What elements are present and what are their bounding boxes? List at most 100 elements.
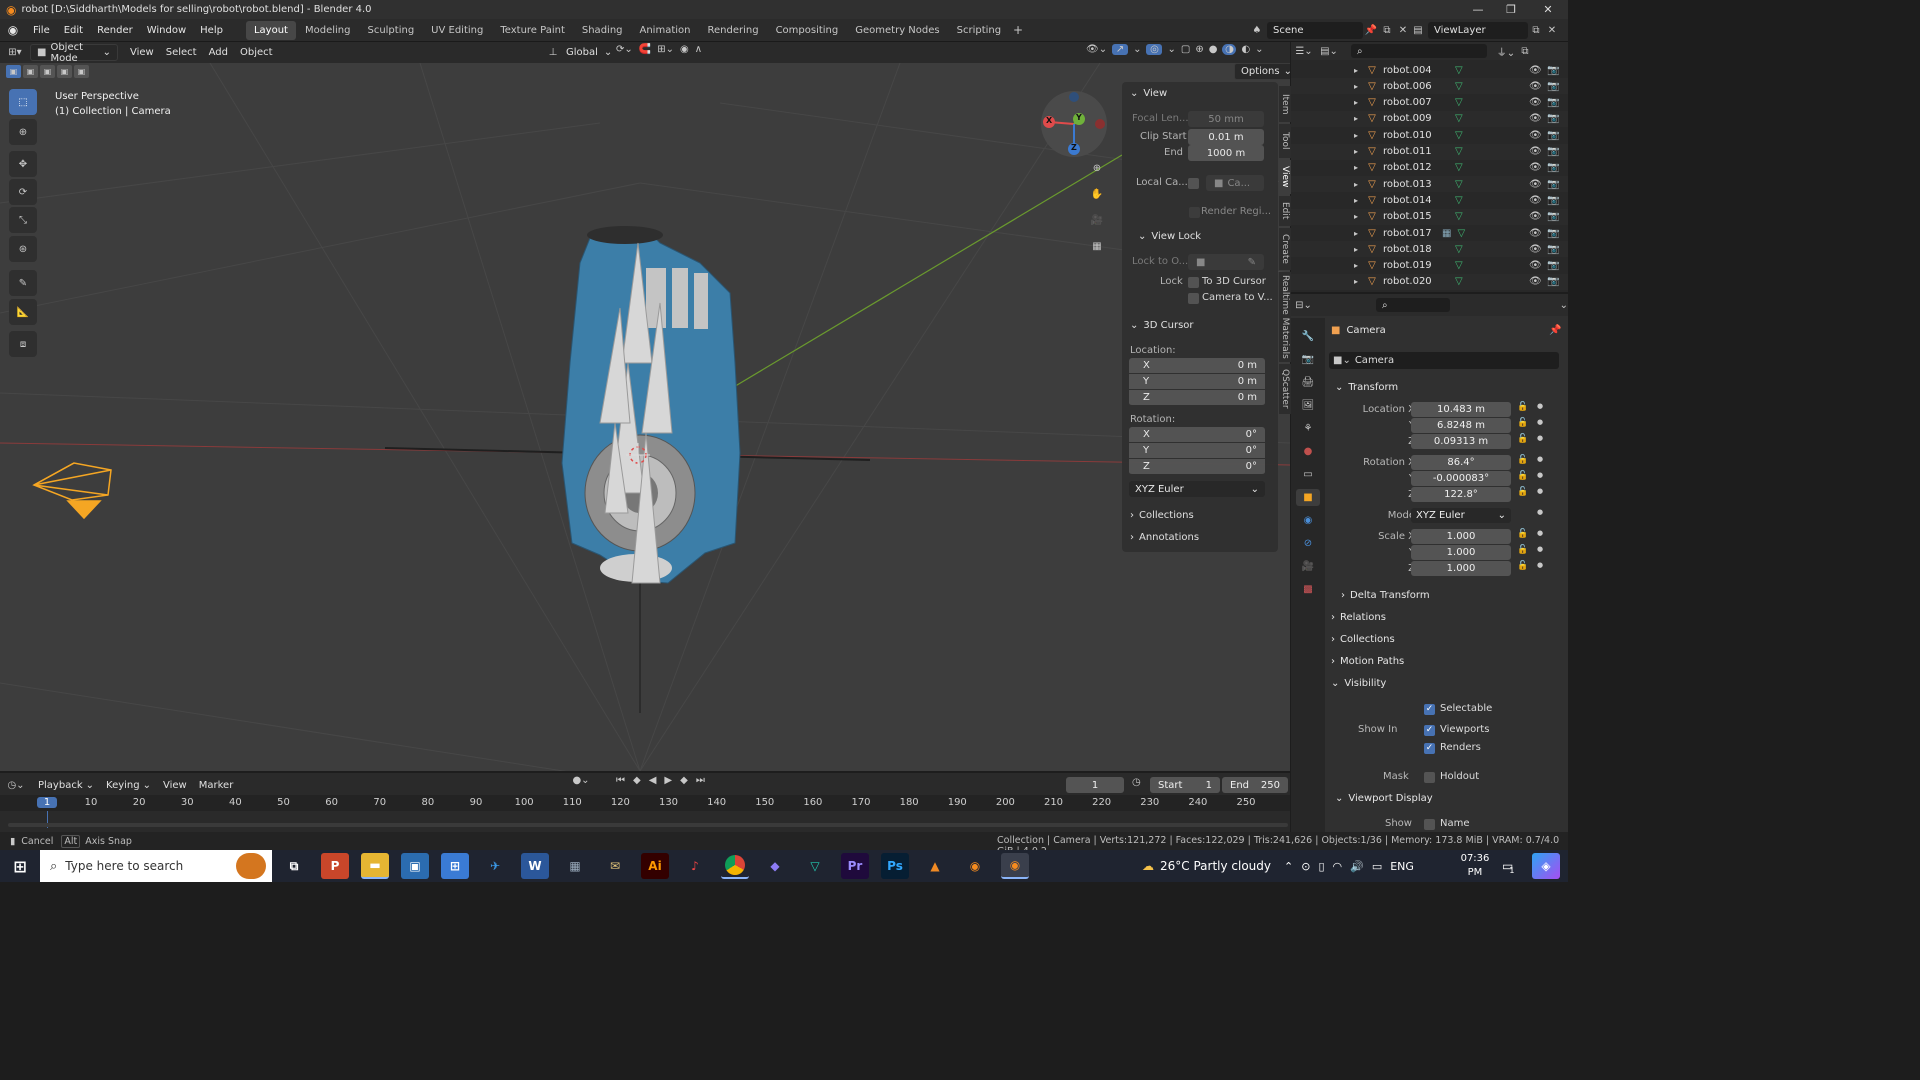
3d-viewport[interactable]: User Perspective (1) Collection | Camera…	[0, 63, 1290, 771]
transform-scale_z-field[interactable]: 1.000	[1411, 561, 1511, 576]
file-explorer-icon[interactable]: ▬	[361, 853, 389, 879]
copilot-icon[interactable]: ◈	[1532, 853, 1560, 879]
transform-loc_x-field[interactable]: 10.483 m	[1411, 402, 1511, 417]
expand-arrow-icon[interactable]: ▸	[1351, 147, 1361, 156]
transform-scale_y-field[interactable]: 1.000	[1411, 545, 1511, 560]
viewlayer-selector[interactable]: ▤ ViewLayer ⧉ ✕	[1408, 22, 1560, 39]
outliner-item[interactable]: ▸ ▽ robot.020 ▽ 👁 📷	[1291, 273, 1568, 290]
task-view-icon[interactable]: ⧉	[280, 853, 308, 879]
select-new-icon[interactable]: ▣	[6, 65, 21, 78]
keyframe-dot-icon[interactable]: ●	[1537, 561, 1543, 569]
clock[interactable]: 07:36 PM 07-03-2024	[1452, 852, 1498, 882]
usb-tray-icon[interactable]: ▯	[1318, 860, 1324, 873]
outliner-item[interactable]: ▸ ▽ robot.017 ▦ ▽ 👁 📷	[1291, 225, 1568, 241]
camera-render-icon[interactable]: 📷	[1547, 276, 1559, 287]
end-frame-field[interactable]: End 250	[1222, 777, 1288, 793]
keyframe-dot-icon[interactable]: ●	[1537, 508, 1543, 516]
solid-shading-icon[interactable]: ●	[1209, 44, 1218, 55]
blender-menu-icon[interactable]: ◉	[0, 23, 26, 37]
camera-render-icon[interactable]: 📷	[1547, 130, 1559, 141]
cursor-rot-z-field[interactable]: Z 0°	[1129, 459, 1265, 475]
tray-chevron-icon[interactable]: ⌃	[1284, 860, 1293, 873]
keyframe-dot-icon[interactable]: ●	[1537, 418, 1543, 426]
menu-edit[interactable]: Edit	[57, 19, 90, 42]
expand-arrow-icon[interactable]: ▸	[1351, 114, 1361, 123]
scale-tool[interactable]: ⤡	[9, 207, 37, 233]
frame-ruler[interactable]: 1 10 20 30 40 50 60 70 80 90 100 110 120 130 140 150 160…	[0, 795, 1290, 811]
visibility-icon[interactable]: 👁⌄	[1086, 44, 1107, 55]
add-workspace-icon[interactable]: +	[1010, 23, 1026, 37]
vectorizer-icon[interactable]: ▽	[801, 853, 829, 879]
word-icon[interactable]: W	[521, 853, 549, 879]
cursor-loc-z-field[interactable]: Z 0 m	[1129, 390, 1265, 406]
tab-view[interactable]: View	[1279, 160, 1291, 194]
record-icon[interactable]: ●⌄	[572, 775, 590, 786]
new-collection-icon[interactable]: ⧉	[1517, 46, 1533, 57]
camera-render-icon[interactable]: 📷	[1547, 244, 1559, 255]
viewport-menu-object[interactable]: Object	[234, 44, 279, 61]
xray-icon[interactable]: ▢	[1181, 44, 1190, 55]
transform-tool[interactable]: ⊛	[9, 236, 37, 262]
chrome-icon[interactable]	[721, 853, 749, 879]
focal-length-field[interactable]: 50 mm	[1188, 111, 1264, 127]
constraints-tab-icon[interactable]: ⊘	[1304, 535, 1312, 552]
keyframe-dot-icon[interactable]: ●	[1537, 455, 1543, 463]
keyframe-dot-icon[interactable]: ●	[1537, 434, 1543, 442]
editor-type-icon[interactable]: ⊞▾	[0, 47, 30, 58]
move-tool[interactable]: ✥	[9, 151, 37, 177]
select-extend-icon[interactable]: ▣	[23, 65, 38, 78]
robot-hand-model[interactable]	[561, 226, 741, 584]
expand-arrow-icon[interactable]: ▸	[1351, 163, 1361, 172]
timeline-menu-marker[interactable]: Marker	[193, 777, 240, 794]
eye-visibility-icon[interactable]: 👁	[1529, 179, 1542, 190]
workspace-tab-scripting[interactable]: Scripting	[949, 21, 1009, 40]
eye-visibility-icon[interactable]: 👁	[1529, 65, 1542, 76]
prev-keyframe-icon[interactable]: ◆	[633, 775, 641, 786]
outliner-editor-icon[interactable]: ☰⌄	[1291, 46, 1317, 57]
expand-arrow-icon[interactable]: ▸	[1351, 131, 1361, 140]
holdout-checkbox[interactable]	[1424, 772, 1435, 783]
tab-realtime-materials[interactable]: Realtime Materials	[1279, 272, 1291, 362]
transform-rot_y-field[interactable]: -0.000083°	[1411, 471, 1511, 486]
camera-render-icon[interactable]: 📷	[1547, 179, 1559, 190]
network-app-icon[interactable]: ▦	[561, 853, 589, 879]
render-region-checkbox[interactable]	[1189, 207, 1200, 218]
display-mode-icon[interactable]: ▤⌄	[1317, 46, 1341, 57]
show-name-checkbox[interactable]	[1424, 819, 1435, 830]
options-dropdown[interactable]: Options ⌄	[1234, 63, 1290, 80]
expand-arrow-icon[interactable]: ▸	[1351, 98, 1361, 107]
menu-render[interactable]: Render	[90, 19, 140, 42]
wireframe-shading-icon[interactable]: ⊕	[1195, 44, 1203, 55]
photoshop-icon[interactable]: Ps	[881, 853, 909, 879]
section-motion-paths[interactable]: › Motion Paths	[1331, 656, 1404, 667]
navigation-gizmo[interactable]: X Y Z	[1041, 91, 1107, 157]
preview-range-icon[interactable]: ◷	[1132, 777, 1141, 788]
timeline-editor-icon[interactable]: ◷⌄	[0, 780, 32, 791]
camera-render-icon[interactable]: 📷	[1547, 146, 1559, 157]
outliner-item[interactable]: ▸ ▽ robot.013 ▽ 👁 📷	[1291, 176, 1568, 193]
transform-loc_z-field[interactable]: 0.09313 m	[1411, 434, 1511, 449]
transform-rot_z-field[interactable]: 122.8°	[1411, 487, 1511, 502]
outliner-item[interactable]: ▸ ▽ robot.006 ▽ 👁 📷	[1291, 78, 1568, 95]
camera-render-icon[interactable]: 📷	[1547, 65, 1559, 76]
camera-tray-icon[interactable]: ⊙	[1301, 860, 1310, 873]
illustrator-icon[interactable]: Ai	[641, 853, 669, 879]
viewport-menu-select[interactable]: Select	[160, 44, 203, 61]
workspace-tab-texture-paint[interactable]: Texture Paint	[492, 21, 573, 40]
blender-active-taskbar-icon[interactable]: ◉	[1001, 853, 1029, 879]
rotate-tool[interactable]: ⟳	[9, 179, 37, 205]
overlays-toggle-icon[interactable]: ◎	[1146, 44, 1163, 55]
lock-icon[interactable]: 🔓	[1517, 545, 1528, 555]
eye-visibility-icon[interactable]: 👁	[1529, 162, 1542, 173]
workspace-tab-animation[interactable]: Animation	[632, 21, 699, 40]
measure-tool[interactable]: 📐	[9, 299, 37, 325]
cursor-loc-y-field[interactable]: Y 0 m	[1129, 374, 1265, 390]
new-viewlayer-icon[interactable]: ⧉	[1528, 25, 1544, 36]
current-frame-field[interactable]: 1	[1066, 777, 1124, 793]
outliner-item[interactable]: ▸ ▽ robot.015 ▽ 👁 📷	[1291, 208, 1568, 225]
battery-icon[interactable]: ▭	[1372, 860, 1382, 873]
lock-icon[interactable]: 🔓	[1517, 418, 1528, 428]
pivot-icon[interactable]: ⟳⌄	[616, 44, 633, 55]
menu-window[interactable]: Window	[140, 19, 193, 42]
output-tab-icon[interactable]: 🖨	[1302, 374, 1315, 391]
